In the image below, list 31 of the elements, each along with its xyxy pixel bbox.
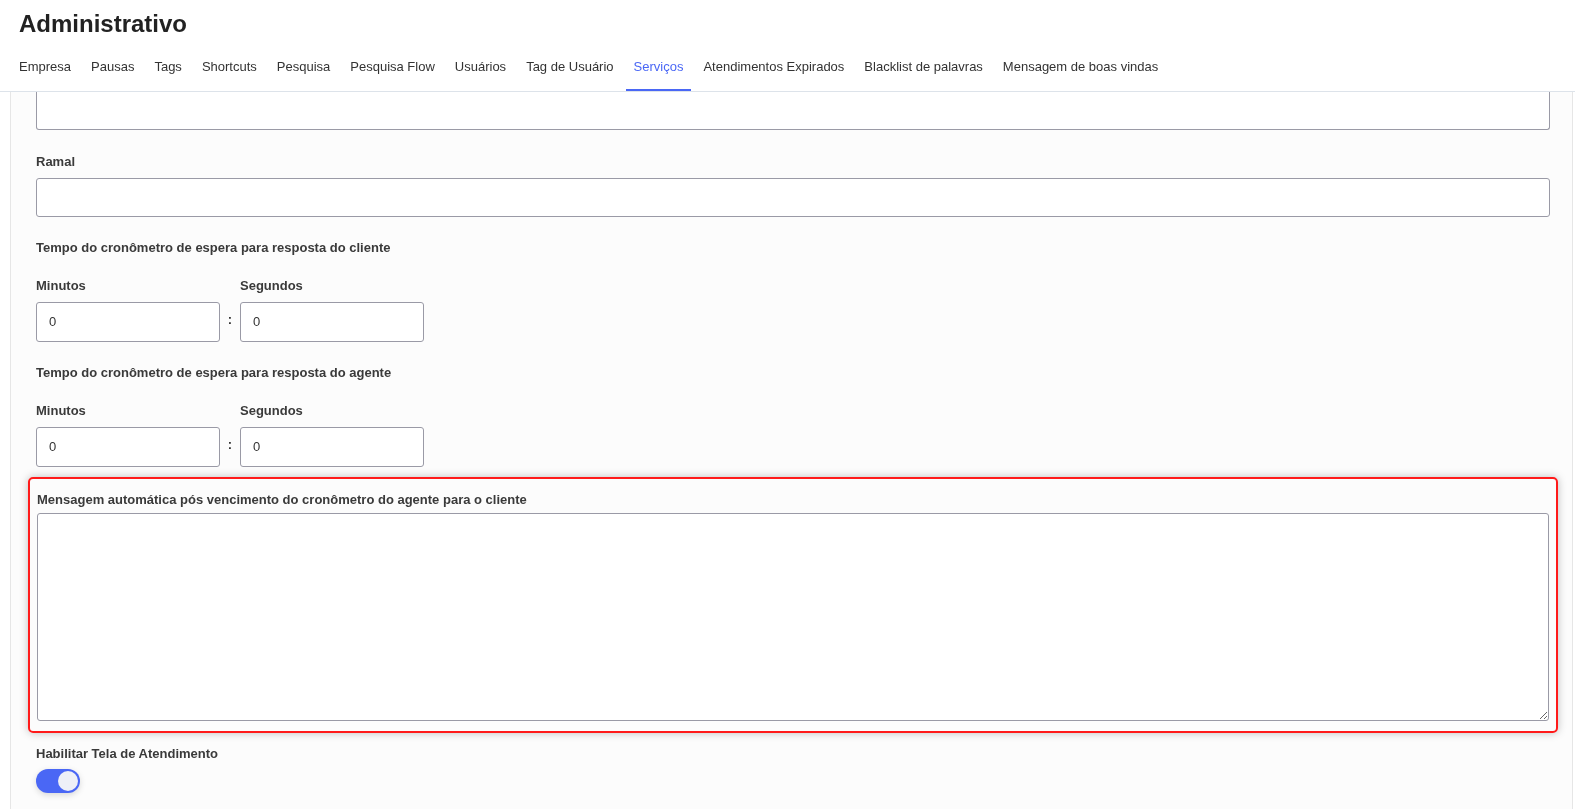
section-heading: Tempo do cronômetro de espera para resposta do agente: [36, 363, 393, 382]
section-heading: Tempo do cronômetro de espera para resposta do cliente: [36, 238, 392, 257]
tab[interactable]: Usuários: [446, 53, 515, 91]
tab[interactable]: Tag de Usuário: [518, 53, 622, 91]
time-separator: :: [226, 311, 234, 329]
field-label: Segundos: [240, 276, 304, 295]
field-label: Mensagem automática pós vencimento do cronômetro do agente para o cliente: [37, 490, 528, 509]
tab[interactable]: Atendimentos Expirados: [695, 53, 853, 91]
tab[interactable]: Mensagem de boas vindas: [994, 53, 1167, 91]
seconds-input[interactable]: 0: [240, 426, 424, 467]
field-label: Minutos: [36, 401, 87, 420]
tab[interactable]: Pesquisa Flow: [342, 53, 443, 91]
field-label: Ramal: [36, 152, 77, 171]
toggle-switch[interactable]: [36, 768, 80, 793]
tab[interactable]: Empresa: [11, 53, 80, 91]
ramal-input[interactable]: [36, 177, 1550, 217]
minutes-input[interactable]: 0: [36, 301, 220, 342]
tab[interactable]: Tags: [146, 53, 190, 91]
text-input[interactable]: [36, 91, 1550, 130]
tab[interactable]: Shortcuts: [193, 53, 265, 91]
minutes-input[interactable]: 0: [36, 426, 220, 467]
field-label: Segundos: [240, 401, 304, 420]
tab[interactable]: Serviços: [625, 53, 692, 91]
tab[interactable]: Blacklist de palavras: [856, 53, 991, 91]
field-label: Habilitar Tela de Atendimento: [36, 744, 220, 763]
tab[interactable]: Pesquisa: [268, 53, 339, 91]
seconds-input[interactable]: 0: [240, 301, 424, 342]
page-title: Administrativo: [19, 9, 189, 39]
tab[interactable]: Pausas: [83, 53, 143, 91]
field-label: Minutos: [36, 276, 87, 295]
time-separator: :: [226, 436, 234, 454]
